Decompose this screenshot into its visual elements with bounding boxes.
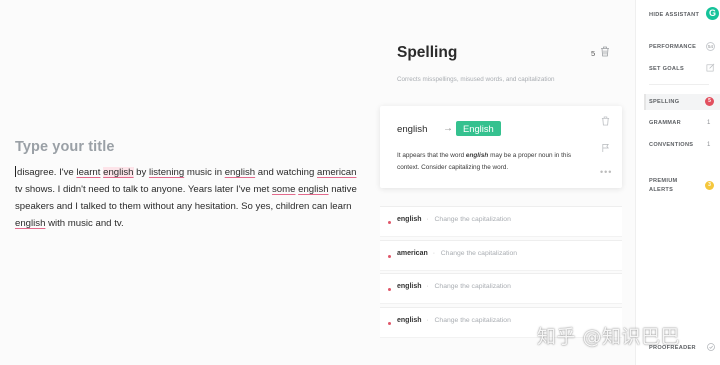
divider: [649, 84, 709, 85]
flagged-word[interactable]: learnt: [76, 167, 100, 178]
alert-separator: ·: [432, 250, 436, 257]
alert-description: Change the capitalization: [434, 317, 511, 324]
sidebar-item-grammar[interactable]: GRAMMAR: [649, 120, 681, 126]
category-title: Spelling: [397, 44, 458, 61]
flagged-word[interactable]: some: [272, 184, 295, 195]
alert-dot-icon: [388, 255, 391, 258]
proofreader-icon[interactable]: [706, 342, 716, 352]
alert-card[interactable]: american · Change the capitalization: [380, 240, 622, 271]
flagged-word[interactable]: listening: [149, 167, 184, 178]
flagged-word[interactable]: english: [225, 167, 255, 178]
alert-dot-icon: [388, 322, 391, 325]
assistant-sidebar: HIDE ASSISTANT G PERFORMANCE 54 SET GOAL…: [635, 0, 720, 365]
alert-description: Change the capitalization: [434, 283, 511, 290]
alert-word: english: [397, 216, 422, 223]
performance-button[interactable]: PERFORMANCE: [649, 44, 696, 50]
conventions-count-badge: 1: [707, 142, 711, 148]
text-segment: music in: [184, 167, 225, 178]
flagged-word[interactable]: american: [317, 167, 356, 178]
mistake-word: english: [397, 124, 428, 135]
flagged-word[interactable]: english: [103, 167, 134, 178]
pencil-target-icon: [706, 63, 715, 72]
spelling-count-badge: 5: [705, 97, 714, 106]
trash-icon[interactable]: [601, 116, 610, 126]
text-segment: tv shows. I didn't need to talk to anyon…: [15, 184, 272, 195]
alert-separator: ·: [426, 317, 429, 324]
suggestions-panel: Spelling 5 Corrects misspellings, misuse…: [370, 0, 635, 365]
category-description: Corrects misspellings, misused words, an…: [397, 76, 555, 83]
suggestion-card[interactable]: english → English It appears that the wo…: [380, 106, 622, 188]
text-segment: and watching: [255, 167, 317, 178]
alert-description: Change the capitalization: [434, 216, 511, 223]
alert-card[interactable]: english · Change the capitalization: [380, 206, 622, 237]
editor-area[interactable]: Type your title disagree. I've learnt en…: [0, 0, 370, 365]
alert-description: Change the capitalization: [440, 250, 518, 257]
arrow-icon: →: [443, 123, 453, 134]
sidebar-item-premium-alerts[interactable]: PREMIUM ALERTS: [649, 178, 678, 193]
alert-dot-icon: [388, 221, 391, 224]
message-word: english: [465, 152, 489, 159]
alert-separator: ·: [426, 216, 429, 223]
title-input[interactable]: Type your title: [15, 139, 115, 155]
premium-label-line1: PREMIUM: [649, 178, 678, 184]
sidebar-item-conventions[interactable]: CONVENTIONS: [649, 142, 693, 148]
paragraph: disagree. I've learnt english by listeni…: [15, 167, 357, 229]
alert-separator: ·: [426, 283, 429, 290]
sidebar-item-spelling[interactable]: SPELLING: [649, 99, 679, 105]
hide-assistant-button[interactable]: HIDE ASSISTANT: [649, 12, 699, 18]
text-segment: with music and tv.: [45, 218, 124, 229]
premium-label-line2: ALERTS: [649, 187, 674, 193]
more-options-icon[interactable]: •••: [600, 168, 612, 177]
message-text: It appears that the word: [397, 152, 466, 159]
alert-dot-icon: [388, 288, 391, 291]
alert-word: english: [397, 283, 422, 290]
suggestion-button[interactable]: English: [456, 121, 501, 136]
alert-card[interactable]: english · Change the capitalization: [380, 273, 622, 304]
suggestion-message: It appears that the word english may be …: [397, 150, 592, 174]
document-body[interactable]: disagree. I've learnt english by listeni…: [15, 164, 360, 232]
flagged-word[interactable]: english: [15, 218, 45, 229]
alert-word: american: [397, 250, 428, 257]
text-segment: disagree. I've: [17, 167, 77, 178]
trash-icon[interactable]: [600, 46, 610, 57]
premium-count-badge: 3: [705, 181, 714, 190]
grammarly-logo-icon[interactable]: G: [706, 7, 719, 20]
set-goals-button[interactable]: SET GOALS: [649, 66, 684, 72]
flag-icon[interactable]: [601, 143, 610, 153]
text-segment: by: [133, 167, 149, 178]
performance-score: 54: [706, 42, 715, 51]
watermark: 知乎 @知识巴巴: [537, 326, 681, 348]
grammar-count-badge: 1: [707, 120, 711, 126]
text-cursor: [15, 166, 16, 177]
flagged-word[interactable]: english: [298, 184, 328, 195]
alert-word: english: [397, 317, 422, 324]
category-count: 5: [591, 49, 596, 58]
